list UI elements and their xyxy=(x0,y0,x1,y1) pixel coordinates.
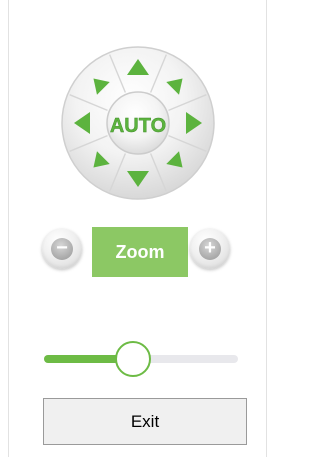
panel-right-border xyxy=(266,0,267,457)
ptz-control-panel: AUTO − Zoom + Exit xyxy=(0,0,276,457)
zoom-out-button[interactable]: − xyxy=(42,229,82,269)
zoom-label: Zoom xyxy=(92,227,188,277)
auto-button[interactable]: AUTO xyxy=(106,91,170,155)
zoom-controls: − Zoom + xyxy=(40,226,236,278)
speed-slider[interactable] xyxy=(44,340,238,380)
minus-icon: − xyxy=(51,238,73,260)
slider-thumb[interactable] xyxy=(115,341,152,377)
ptz-pad-graphic: AUTO xyxy=(61,46,215,200)
exit-button[interactable]: Exit xyxy=(43,398,247,445)
auto-label: AUTO xyxy=(110,115,166,137)
plus-icon: + xyxy=(199,238,221,260)
panel-left-border xyxy=(8,0,9,457)
zoom-in-button[interactable]: + xyxy=(190,229,230,269)
ptz-pad: AUTO xyxy=(60,23,216,219)
